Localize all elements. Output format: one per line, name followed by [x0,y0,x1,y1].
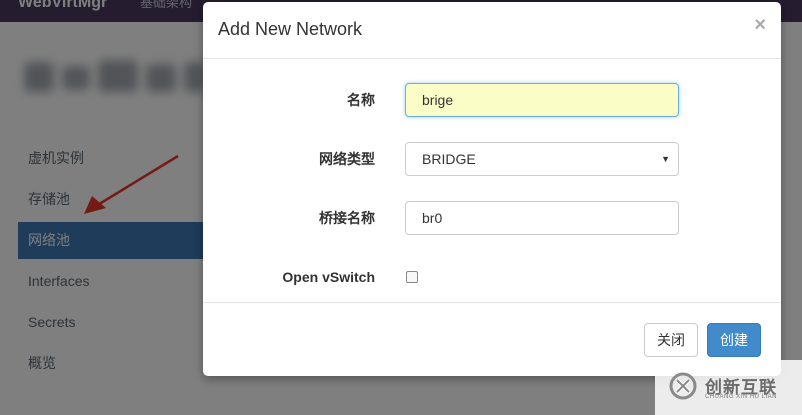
network-type-select[interactable]: BRIDGE ▼ [405,142,679,176]
open-vswitch-label: Open vSwitch [282,269,375,285]
modal-title: Add New Network [218,19,363,39]
network-type-value: BRIDGE [422,151,476,167]
form-row-type: 网络类型 BRIDGE ▼ [203,142,781,176]
name-input[interactable] [405,83,679,117]
network-type-label: 网络类型 [319,151,375,167]
close-icon[interactable]: × [754,14,766,37]
watermark-text-en: CHUANG XIN HU LIAN [705,394,778,400]
watermark-logo-icon [669,372,697,400]
bridge-name-label: 桥接名称 [319,210,375,226]
close-button[interactable]: 关闭 [644,323,698,357]
create-button[interactable]: 创建 [707,323,761,357]
name-label: 名称 [347,92,375,108]
form-row-name: 名称 [203,83,781,117]
modal-header: Add New Network × [203,2,781,59]
watermark: 创新互联 CHUANG XIN HU LIAN [655,360,802,415]
dropdown-caret-icon: ▼ [661,154,670,164]
form-row-ovs: Open vSwitch [203,260,781,294]
bridge-name-input[interactable] [405,201,679,235]
add-network-dialog: Add New Network × 名称 网络类型 BRIDGE ▼ 桥接名称 … [203,2,781,376]
open-vswitch-checkbox[interactable] [406,271,418,283]
form-row-bridge: 桥接名称 [203,201,781,235]
